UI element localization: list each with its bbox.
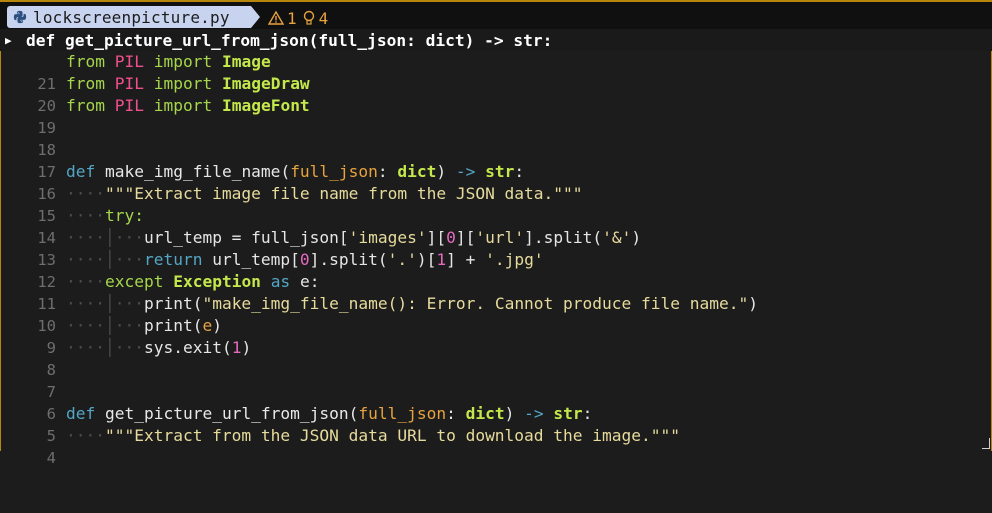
python-icon — [13, 10, 27, 24]
code-editor[interactable]: 21 from PIL import Image 20 from PIL imp… — [0, 51, 992, 467]
code-line[interactable]: 16 def make_img_file_name(full_json: dic… — [0, 161, 992, 203]
code-line[interactable]: 9 ····│···print(e) — [0, 315, 992, 357]
code-line[interactable]: 4 ····"""Extract from the JSON data URL … — [0, 425, 992, 467]
hint-count: 4 — [318, 8, 329, 28]
code-line[interactable]: 13 ····│···url_temp = full_json['images'… — [0, 227, 992, 269]
code-line[interactable]: 10 ····│···print("make_img_file_name(): … — [0, 293, 992, 335]
code-line[interactable]: 19 from PIL import ImageFont — [0, 95, 992, 137]
warning-icon — [268, 11, 284, 25]
file-tab-label: lockscreenpicture.py — [33, 7, 230, 27]
tab-separator — [251, 6, 260, 28]
code-line[interactable]: 15 ····"""Extract image file name from t… — [0, 183, 992, 225]
lightbulb-icon — [303, 10, 314, 25]
sticky-arrow: -> — [474, 30, 514, 50]
tab-bar: lockscreenpicture.py 1 4 — [0, 2, 992, 29]
code-line[interactable]: 17 — [0, 139, 992, 181]
code-line[interactable]: 6 — [0, 381, 992, 423]
sticky-open-paren: ( — [308, 30, 319, 50]
sticky-return-type: str — [513, 30, 543, 50]
warning-count: 1 — [287, 8, 297, 28]
sticky-scroll-context[interactable]: ▶ def get_picture_url_from_json(full_jso… — [0, 29, 992, 51]
code-line[interactable]: 14 ····try: — [0, 205, 992, 247]
sticky-end-colon: : — [542, 30, 553, 50]
code-line[interactable]: 20 from PIL import ImageDraw — [0, 73, 992, 115]
sticky-param-type: dict — [425, 30, 465, 50]
sticky-colon: : — [406, 30, 426, 50]
code-line[interactable]: 21 from PIL import Image — [0, 51, 992, 93]
file-tab[interactable]: lockscreenpicture.py — [7, 6, 251, 28]
sticky-close-paren: ) — [464, 30, 475, 50]
code-line[interactable]: 5 def get_picture_url_from_json(full_jso… — [0, 403, 992, 445]
code-line[interactable]: 12 ····│···return url_temp[0].split('.')… — [0, 249, 992, 291]
sticky-function-name: get_picture_url_from_json — [65, 30, 309, 50]
diagnostics-summary[interactable]: 1 4 — [268, 8, 328, 28]
line-number: 4 — [46, 449, 56, 467]
resize-handle-icon[interactable] — [982, 438, 990, 449]
code-line[interactable]: 18 — [0, 117, 992, 159]
code-line[interactable]: 11 ····except Exception as e: — [0, 271, 992, 313]
expand-arrow-icon[interactable]: ▶ — [5, 34, 18, 47]
sticky-param: full_json — [318, 30, 407, 50]
sticky-def-keyword: def — [26, 30, 56, 50]
code-line[interactable]: 7 — [0, 359, 992, 401]
code-line[interactable]: 8 ····│···sys.exit(1) — [0, 337, 992, 379]
